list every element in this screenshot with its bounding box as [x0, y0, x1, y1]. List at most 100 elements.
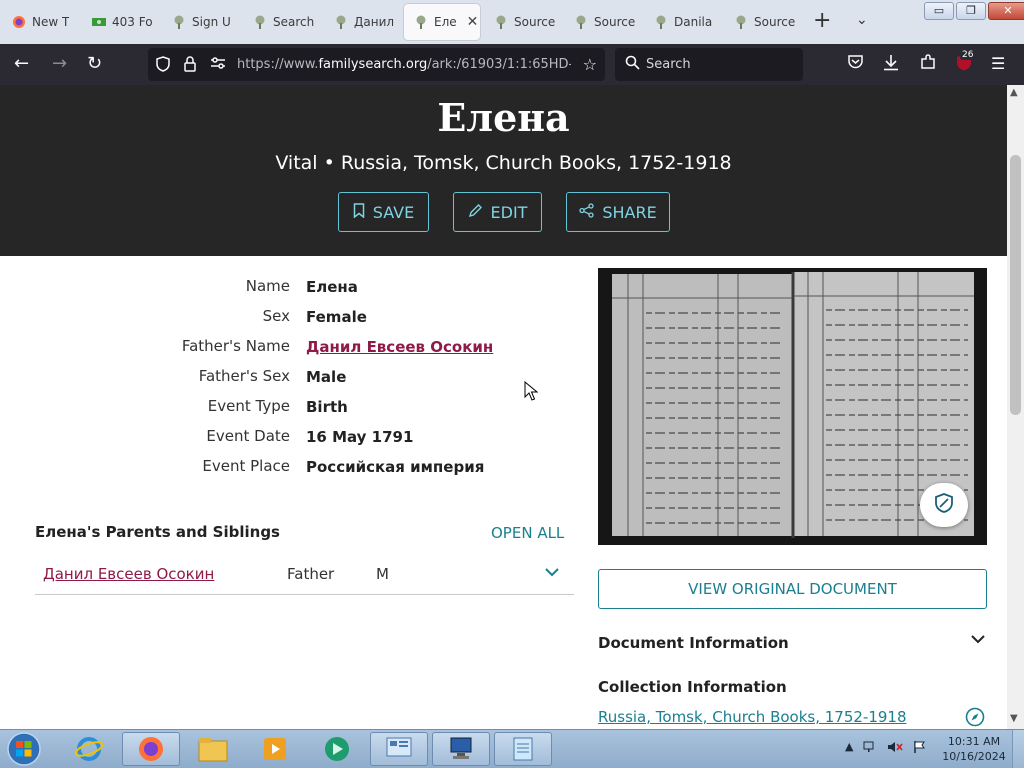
address-bar[interactable]: https://www.familysearch.org/ark:/61903/… — [148, 48, 605, 81]
page-scrollbar[interactable]: ▲ ▼ — [1007, 85, 1024, 729]
chevron-down-icon[interactable] — [971, 632, 985, 648]
show-desktop-button[interactable] — [1012, 730, 1024, 768]
image-protection-button[interactable] — [920, 483, 968, 527]
fact-label: Sex — [262, 307, 290, 325]
list-all-tabs-icon[interactable]: ⌄ — [856, 12, 868, 28]
taskbar-remote-desktop[interactable] — [432, 732, 490, 766]
search-icon — [625, 55, 640, 74]
close-window-button[interactable]: ✕ — [988, 2, 1024, 20]
tab-source-1[interactable]: Source — [484, 4, 558, 40]
extension-badge-count: 26 — [960, 50, 976, 60]
url-prefix: https://www. — [237, 57, 319, 72]
taskbar-clock[interactable]: 10:31 AM 10/16/2024 — [940, 734, 1008, 764]
tab-search[interactable]: Search — [243, 4, 317, 40]
taskbar-internet-explorer[interactable] — [60, 732, 118, 766]
bookmark-star-icon[interactable]: ☆ — [583, 55, 597, 74]
taskbar-media-player[interactable] — [246, 732, 304, 766]
hamburger-menu-icon[interactable]: ☰ — [991, 54, 1005, 74]
extensions-puzzle-icon[interactable] — [920, 54, 936, 75]
volume-muted-icon[interactable] — [887, 740, 904, 757]
family-member-row[interactable]: Данил Евсеев Осокин Father M — [35, 555, 574, 595]
show-hidden-icons-icon[interactable]: ▲ — [845, 740, 853, 757]
pocket-icon[interactable] — [847, 54, 864, 75]
search-input[interactable]: Search — [615, 48, 803, 81]
family-member-name-link[interactable]: Данил Евсеев Осокин — [43, 565, 214, 583]
close-tab-icon[interactable]: ✕ — [467, 14, 479, 30]
tab-elena-active[interactable]: Еле ✕ — [404, 4, 480, 40]
tab-label: New T — [32, 15, 70, 29]
back-arrow-icon[interactable]: ← — [14, 53, 29, 75]
network-icon[interactable] — [863, 740, 877, 757]
forward-arrow-icon[interactable]: → — [52, 53, 67, 75]
open-all-link[interactable]: OPEN ALL — [491, 524, 564, 542]
tab-source-3[interactable]: Source — [724, 4, 798, 40]
familysearch-tree-icon — [574, 15, 588, 29]
taskbar-app-green[interactable] — [308, 732, 366, 766]
taskbar-notepad[interactable] — [494, 732, 552, 766]
edit-button[interactable]: EDIT — [453, 192, 542, 232]
fact-value: Male — [306, 368, 347, 386]
scroll-down-arrow-icon[interactable]: ▼ — [1010, 713, 1018, 724]
share-button[interactable]: SHARE — [566, 192, 670, 232]
share-icon — [579, 202, 594, 222]
tab-label: Source — [594, 15, 636, 29]
tab-label: Данил — [354, 15, 395, 29]
search-placeholder: Search — [646, 57, 691, 72]
tracking-shield-icon[interactable] — [156, 56, 170, 76]
familysearch-tree-icon — [414, 15, 428, 29]
view-original-document-button[interactable]: VIEW ORIGINAL DOCUMENT — [598, 569, 987, 609]
father-name-link[interactable]: Данил Евсеев Осокин — [306, 338, 493, 356]
fact-value: Female — [306, 308, 367, 326]
fact-row-name: Name Елена — [0, 275, 560, 305]
fact-label: Name — [245, 277, 290, 295]
tab-label: Sign U — [192, 15, 231, 29]
scrollbar-thumb[interactable] — [1010, 155, 1021, 415]
tab-danil[interactable]: Данил — [324, 4, 398, 40]
tab-label: Source — [754, 15, 796, 29]
fact-value: Российская империя — [306, 458, 485, 476]
taskbar-control-panel[interactable] — [370, 732, 428, 766]
collection-link[interactable]: Russia, Tomsk, Church Books, 1752-1918 — [598, 708, 907, 726]
scroll-up-arrow-icon[interactable]: ▲ — [1010, 87, 1018, 98]
save-button[interactable]: SAVE — [338, 192, 429, 232]
new-tab-icon[interactable]: + — [813, 10, 831, 32]
tab-danila[interactable]: Danila — [644, 4, 718, 40]
page-viewport: Елена Vital • Russia, Tomsk, Church Book… — [0, 85, 1007, 729]
url-text[interactable]: https://www.familysearch.org/ark:/61903/… — [237, 57, 571, 72]
action-center-flag-icon[interactable] — [913, 740, 926, 757]
maximize-button[interactable]: ❐ — [956, 2, 986, 20]
tab-label: Source — [514, 15, 556, 29]
url-domain: familysearch.org — [318, 57, 428, 72]
familysearch-tree-icon — [172, 15, 186, 29]
fact-label: Event Date — [206, 427, 290, 445]
tab-403-forbidden[interactable]: 403 Fo — [82, 4, 154, 40]
minimize-button[interactable]: ▭ — [924, 2, 954, 20]
start-button[interactable] — [3, 731, 45, 767]
compass-icon[interactable] — [965, 707, 985, 727]
taskbar-firefox[interactable] — [122, 732, 180, 766]
fact-label: Father's Sex — [198, 367, 290, 385]
familysearch-tree-icon — [253, 15, 267, 29]
fact-label: Father's Name — [181, 337, 290, 355]
clock-time: 10:31 AM — [947, 735, 1001, 748]
downloads-icon[interactable] — [883, 54, 899, 76]
reload-icon[interactable]: ↻ — [87, 53, 102, 75]
taskbar-file-explorer[interactable] — [184, 732, 242, 766]
document-information-heading[interactable]: Document Information — [598, 634, 789, 652]
family-member-sex: M — [376, 565, 389, 583]
tab-source-2[interactable]: Source — [564, 4, 638, 40]
record-subtitle: Vital • Russia, Tomsk, Church Books, 175… — [275, 152, 732, 174]
page-title: Елена — [437, 95, 570, 140]
chevron-down-icon[interactable] — [545, 565, 559, 581]
shield-icon — [935, 493, 953, 517]
mouse-pointer-icon — [524, 381, 538, 401]
tab-sign-up[interactable]: Sign U — [162, 4, 236, 40]
tab-strip: New T 403 Fo Sign U Search Данил Еле ✕ S… — [0, 0, 1024, 44]
permissions-icon[interactable] — [210, 56, 226, 74]
window-controls: ▭ ❐ ✕ — [924, 2, 1024, 20]
lock-icon[interactable] — [184, 56, 196, 76]
browser-toolbar: ← → ↻ https://www.familysearch.org/ark:/… — [0, 44, 1024, 85]
fact-value: 16 May 1791 — [306, 428, 414, 446]
tab-new-tab[interactable]: New T — [2, 4, 70, 40]
family-member-relationship: Father — [287, 565, 335, 583]
